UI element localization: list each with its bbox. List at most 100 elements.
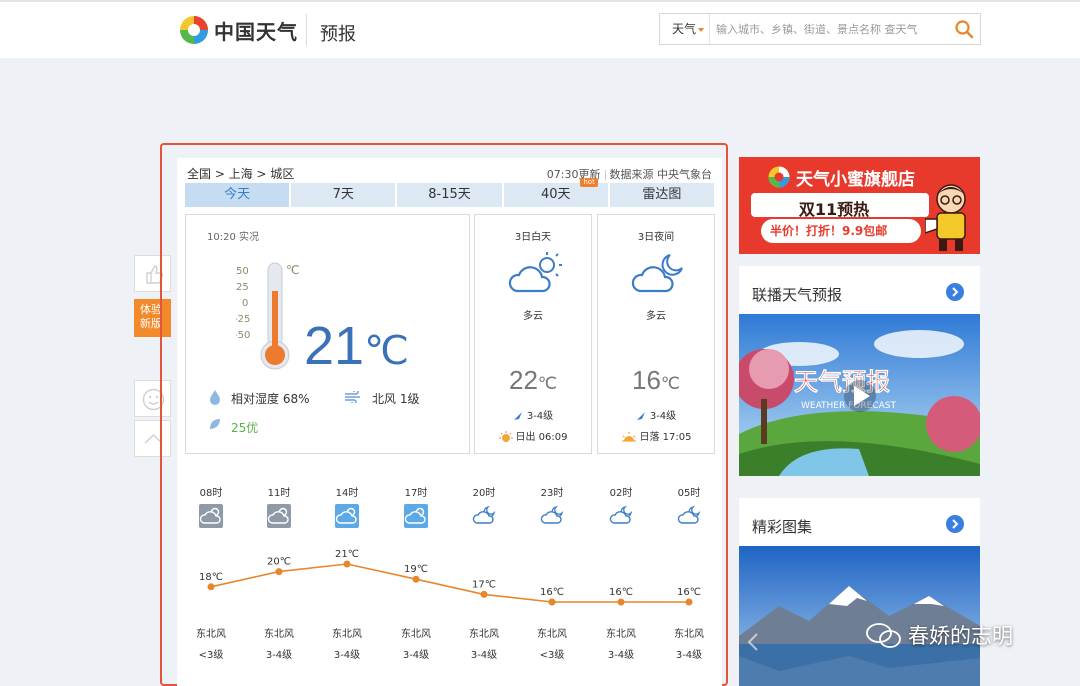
hour-wind: 东北风 <3级 bbox=[185, 624, 237, 666]
tab-label: 40天 bbox=[540, 187, 571, 202]
shop-ad-banner[interactable]: 天气小蜜旗舰店 双11预热 半价！打折！9.9包邮 bbox=[739, 157, 980, 254]
hot-badge: hot bbox=[580, 178, 598, 187]
ad-subtitle: 双11预热 bbox=[798, 200, 870, 219]
chevron-down-icon bbox=[698, 27, 705, 32]
try-new-version-label: 体验新版 bbox=[140, 303, 162, 330]
tab-today[interactable]: 今天 bbox=[185, 183, 292, 207]
tab-label: 今天 bbox=[224, 187, 251, 202]
hour-column: 02时 bbox=[597, 484, 645, 533]
thermo-tick-label: 50 bbox=[236, 266, 249, 277]
nighttime-temp-unit: ℃ bbox=[660, 374, 680, 393]
cloudy-day-icon bbox=[199, 504, 223, 528]
hour-column: 20时 bbox=[460, 484, 508, 533]
hour-wind: 东北风 3-4级 bbox=[390, 624, 442, 666]
hour-icon-wrap bbox=[392, 503, 440, 533]
temperature-label: 16℃ bbox=[609, 587, 633, 598]
tab-7-days[interactable]: 7天 bbox=[291, 183, 398, 207]
hour-label: 05时 bbox=[677, 488, 701, 499]
sunset-icon bbox=[621, 432, 636, 442]
breadcrumb[interactable]: 全国 > 上海 > 城区 bbox=[187, 165, 294, 182]
hour-column: 14时 bbox=[323, 484, 371, 533]
temperature-point bbox=[480, 590, 488, 598]
hour-wind-level: 3-4级 bbox=[265, 650, 293, 661]
card-title: 联播天气预报 bbox=[752, 286, 843, 304]
card-title: 精彩图集 bbox=[752, 518, 813, 536]
wind-icon bbox=[345, 391, 360, 403]
hour-wind-level: 3-4级 bbox=[675, 650, 703, 661]
watermark-text: 春娇的志明 bbox=[908, 624, 1013, 648]
hour-wind-level: 3-4级 bbox=[333, 650, 361, 661]
thermometer-icon: 50 25 0 -25 -50 ℃ bbox=[236, 262, 299, 370]
leaf-icon bbox=[210, 419, 220, 429]
partly-cloudy-day-icon bbox=[335, 504, 359, 528]
photo-gallery-card: 精彩图集 bbox=[739, 498, 980, 686]
search-type-select[interactable]: 天气 bbox=[660, 14, 710, 44]
daytime-wind-level: 3-4级 bbox=[526, 411, 554, 422]
cloudy-day-icon bbox=[267, 504, 291, 528]
humidity-value: 相对湿度 68% bbox=[231, 392, 310, 406]
daytime-temp-value: 22 bbox=[508, 365, 538, 395]
tab-8-15-days[interactable]: 8-15天 bbox=[397, 183, 504, 207]
temperature-line-chart: 18℃ 20℃ 21℃ 19℃ 17℃ 16℃ 16℃ 16℃ bbox=[199, 549, 701, 606]
partly-cloudy-day-icon bbox=[508, 252, 562, 293]
temperature-label: 18℃ bbox=[199, 572, 223, 583]
daytime-wind: 3-4级 bbox=[475, 407, 591, 422]
hour-column: 05时 bbox=[665, 484, 713, 533]
hour-wind: 东北风 <3级 bbox=[526, 624, 578, 666]
hourly-forecast: 08时 东北风 <3级 11时 东北风 3-4级 14时 东北风 3-4级 17时 东北风 3-4级 2… bbox=[185, 462, 714, 680]
search-input[interactable] bbox=[716, 14, 946, 44]
wind-value: 北风 1级 bbox=[372, 392, 420, 406]
brand-logo-icon bbox=[768, 166, 790, 188]
hour-icon-wrap bbox=[323, 503, 371, 533]
hour-label: 17时 bbox=[404, 488, 428, 499]
sunrise: 日出 06:09 bbox=[475, 428, 591, 443]
hour-icon-wrap bbox=[528, 503, 576, 533]
hour-label: 08时 bbox=[199, 488, 223, 499]
hour-label: 11时 bbox=[267, 488, 291, 499]
cloudy-night-icon bbox=[540, 505, 564, 524]
hour-wind-direction: 东北风 bbox=[537, 629, 567, 640]
search-icon[interactable] bbox=[954, 19, 974, 39]
hour-wind-level: <3级 bbox=[198, 650, 224, 661]
current-weather-card: 10:20 实况 50 25 0 -25 -50 ℃ 21℃ 相对湿度 68% … bbox=[185, 214, 470, 454]
temperature-point bbox=[275, 568, 283, 576]
sunset: 日落 17:05 bbox=[598, 428, 714, 443]
daytime-temp-unit: ℃ bbox=[537, 374, 557, 393]
more-button[interactable] bbox=[946, 283, 964, 301]
cloudy-night-icon bbox=[472, 505, 496, 524]
tab-label: 7天 bbox=[332, 187, 354, 202]
gallery-image[interactable] bbox=[739, 546, 980, 686]
tab-radar[interactable]: 雷达图 bbox=[609, 183, 715, 207]
hour-wind-direction: 东北风 bbox=[332, 629, 362, 640]
more-button[interactable] bbox=[946, 515, 964, 533]
update-info: 07:30更新 数据来源 中央气象台 bbox=[547, 166, 712, 182]
hour-wind-direction: 东北风 bbox=[469, 629, 499, 640]
hour-wind: 东北风 3-4级 bbox=[458, 624, 510, 666]
hour-wind-level: 3-4级 bbox=[470, 650, 498, 661]
current-temp-value: 21 bbox=[304, 316, 365, 376]
hour-label: 14时 bbox=[335, 488, 359, 499]
temperature-point bbox=[685, 598, 693, 606]
temperature-label: 17℃ bbox=[472, 579, 496, 590]
thermo-tick-label: 0 bbox=[242, 298, 248, 309]
wechat-icon bbox=[866, 623, 901, 648]
hour-column: 11时 bbox=[255, 484, 303, 533]
brand-logo-icon[interactable] bbox=[178, 14, 210, 46]
hour-wind: 东北风 3-4级 bbox=[663, 624, 715, 666]
video-thumbnail[interactable]: 天气预报 WEATHER FORECAST bbox=[739, 314, 980, 476]
nighttime-temp-value: 16 bbox=[631, 365, 661, 395]
current-temp-unit: ℃ bbox=[364, 329, 409, 373]
temperature-label: 16℃ bbox=[540, 587, 564, 598]
hour-wind: 东北风 3-4级 bbox=[595, 624, 647, 666]
hour-icon-wrap bbox=[665, 503, 713, 533]
tab-40-days[interactable]: 40天 hot bbox=[503, 178, 610, 207]
brand-name[interactable]: 中国天气 bbox=[214, 16, 298, 45]
hour-wind-direction: 东北风 bbox=[674, 629, 704, 640]
humidity-icon bbox=[210, 390, 220, 405]
tab-label: 雷达图 bbox=[642, 187, 682, 202]
hour-wind: 东北风 3-4级 bbox=[321, 624, 373, 666]
hour-icon-wrap bbox=[597, 503, 645, 533]
air-quality-value[interactable]: 25优 bbox=[231, 419, 258, 436]
current-temperature: 21℃ bbox=[304, 315, 409, 377]
page-section-title: 预报 bbox=[320, 24, 356, 45]
